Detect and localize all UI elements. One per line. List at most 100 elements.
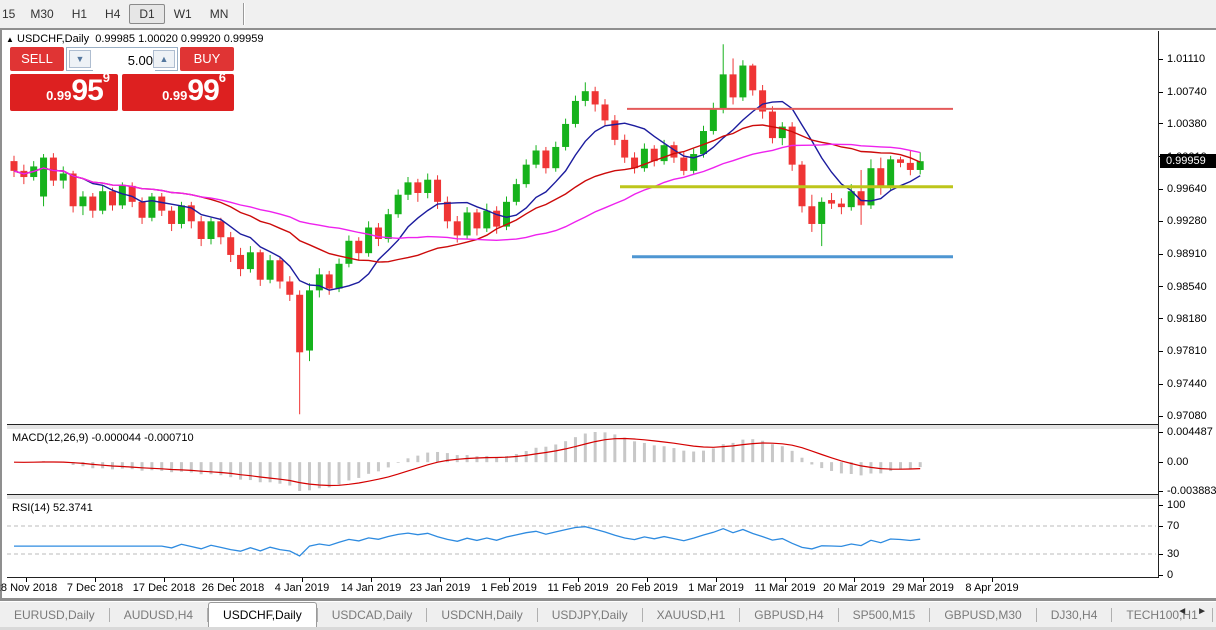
chart-tab-usdjpy-daily[interactable]: USDJPY,Daily (538, 603, 642, 628)
buy-price-base: 0.99 (162, 88, 187, 103)
price-tick-label: 0.98180 (1167, 313, 1207, 325)
buy-price-button[interactable]: 0.99996 (122, 74, 234, 111)
price-tick-label: 1.01110 (1167, 53, 1205, 65)
macd-tick-label: -0.003883 (1167, 485, 1216, 497)
date-axis: 28 Nov 20187 Dec 201817 Dec 201826 Dec 2… (7, 578, 1216, 598)
macd-indicator-pane: MACD(12,26,9) -0.000044 -0.000710 (7, 429, 1158, 495)
timeframe-button-m30[interactable]: M30 (21, 5, 62, 23)
price-tick-dash (1159, 123, 1163, 124)
chart-tab-usdcad-daily[interactable]: USDCAD,Daily (318, 603, 427, 628)
sell-price-pips: 95 (71, 74, 102, 107)
timeframe-button-h4[interactable]: H4 (96, 5, 129, 23)
macd-tick-label: 0.00 (1167, 456, 1188, 468)
date-tick-label: 8 Apr 2019 (965, 582, 1018, 594)
price-tick-dash (1159, 189, 1163, 190)
price-tick-label: 0.99280 (1167, 215, 1207, 227)
price-tick-label: 0.98540 (1167, 281, 1207, 293)
date-tick-label: 1 Mar 2019 (688, 582, 744, 594)
macd-tick-label: 0.004487 (1167, 426, 1213, 438)
tab-scroll-buttons: ◄► (1172, 606, 1212, 617)
price-tick-label: 1.00740 (1167, 86, 1207, 98)
volume-decrease-icon[interactable]: ▼ (69, 50, 91, 68)
chart-tab-audusd-h4[interactable]: AUDUSD,H4 (110, 603, 207, 628)
tab-scroll-left-icon[interactable]: ◄ (1172, 606, 1192, 617)
rsi-tick-dash (1159, 526, 1163, 527)
price-tick-dash (1159, 416, 1163, 417)
timeframe-button-w1[interactable]: W1 (165, 5, 201, 23)
tab-scroll-right-icon[interactable]: ► (1192, 606, 1212, 617)
date-tick-label: 17 Dec 2018 (133, 582, 195, 594)
rsi-tick-dash (1159, 554, 1163, 555)
buy-price-pips: 99 (187, 74, 218, 107)
chart-tab-eurusd-daily[interactable]: EURUSD,Daily (0, 603, 109, 628)
price-tick-dash (1159, 254, 1163, 255)
sell-price-point: 9 (103, 70, 110, 85)
sell-price-base: 0.99 (46, 88, 71, 103)
buy-button[interactable]: BUY (180, 47, 234, 71)
price-tick-label: 0.99640 (1167, 183, 1207, 195)
price-tick-dash (1159, 221, 1163, 222)
chart-tab-sp500-m15[interactable]: SP500,M15 (839, 603, 930, 628)
price-tick-dash (1159, 59, 1163, 60)
date-tick-label: 7 Dec 2018 (67, 582, 123, 594)
chart-title: USDCHF,Daily 0.99985 1.00020 0.99920 0.9… (17, 33, 263, 45)
date-tick-label: 20 Mar 2019 (823, 582, 885, 594)
timeframe-button-mn[interactable]: MN (201, 5, 238, 23)
rsi-indicator-pane: RSI(14) 52.3741 (7, 499, 1158, 578)
date-tick-label: 23 Jan 2019 (410, 582, 471, 594)
price-tick-label: 0.97440 (1167, 378, 1207, 390)
price-tick-dash (1159, 318, 1163, 319)
chart-tab-gbpusd-m30[interactable]: GBPUSD,M30 (930, 603, 1035, 628)
date-tick-label: 26 Dec 2018 (202, 582, 264, 594)
price-tick-dash (1159, 92, 1163, 93)
date-tick-label: 29 Mar 2019 (892, 582, 954, 594)
date-tick-label: 1 Feb 2019 (481, 582, 537, 594)
date-tick-label: 11 Feb 2019 (548, 582, 609, 594)
sell-price-button[interactable]: 0.99959 (10, 74, 118, 111)
chart-symbol-label: USDCHF,Daily (17, 33, 89, 45)
current-price-tag: 0.99959 (1160, 154, 1216, 168)
chart-tab-usdchf-daily[interactable]: USDCHF,Daily (208, 602, 317, 628)
price-tick-dash (1159, 384, 1163, 385)
chart-tab-xauusd-h1[interactable]: XAUUSD,H1 (643, 603, 740, 628)
rsi-label: RSI(14) 52.3741 (12, 502, 93, 514)
collapse-panel-icon[interactable]: ▲ (6, 35, 14, 44)
rsi-tick-label: 100 (1167, 499, 1185, 511)
chart-tab-usdcnh-daily[interactable]: USDCNH,Daily (427, 603, 536, 628)
macd-tick-dash (1159, 491, 1163, 492)
price-tick-dash (1159, 286, 1163, 287)
macd-tick-dash (1159, 462, 1163, 463)
rsi-line (14, 527, 920, 556)
macd-label: MACD(12,26,9) -0.000044 -0.000710 (12, 432, 194, 444)
date-tick-label: 4 Jan 2019 (275, 582, 329, 594)
price-tick-label: 0.97080 (1167, 410, 1207, 422)
chart-tab-bar: EURUSD,DailyAUDUSD,H4USDCHF,DailyUSDCAD,… (0, 601, 1216, 628)
price-tick-label: 0.98910 (1167, 248, 1207, 260)
timeframe-button-d1[interactable]: D1 (129, 4, 164, 24)
price-tick-label: 1.00380 (1167, 118, 1207, 130)
rsi-tick-label: 70 (1167, 520, 1179, 532)
timeframe-button-h1[interactable]: H1 (63, 5, 96, 23)
sell-button[interactable]: SELL (10, 47, 64, 71)
rsi-plot (7, 499, 1158, 577)
macd-tick-dash (1159, 432, 1163, 433)
toolbar-separator (243, 3, 244, 25)
price-tick-dash (1159, 351, 1163, 352)
rsi-tick-dash (1159, 575, 1163, 576)
chart-ohlc-values: 0.99985 1.00020 0.99920 0.99959 (95, 33, 263, 45)
timeframe-button-15[interactable]: 15 (0, 5, 21, 23)
date-tick-label: 11 Mar 2019 (755, 582, 816, 594)
date-tick-label: 14 Jan 2019 (341, 582, 402, 594)
price-axis: 1.011101.007401.003801.000100.996400.992… (1158, 31, 1216, 578)
buy-price-point: 6 (219, 70, 226, 85)
volume-increase-icon[interactable]: ▲ (153, 50, 175, 68)
chart-tab-dj30-h4[interactable]: DJ30,H4 (1037, 603, 1112, 628)
date-tick-label: 28 Nov 2018 (0, 582, 57, 594)
volume-input[interactable] (93, 49, 155, 71)
rsi-tick-label: 30 (1167, 548, 1179, 560)
volume-stepper: ▼ ▲ (66, 47, 178, 71)
rsi-tick-dash (1159, 505, 1163, 506)
chart-tab-gbpusd-h4[interactable]: GBPUSD,H4 (740, 603, 837, 628)
timeframe-toolbar: 15M30H1H4D1W1MN (0, 0, 1216, 29)
price-tick-label: 0.97810 (1167, 345, 1207, 357)
